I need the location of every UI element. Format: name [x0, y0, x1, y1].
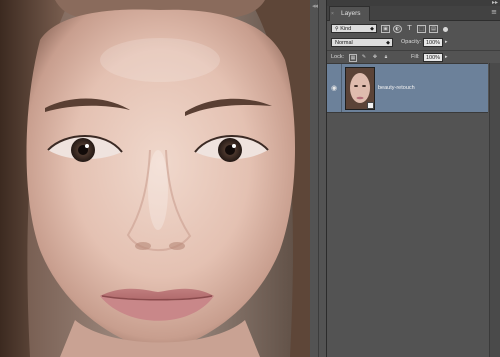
layer-thumbnail[interactable]	[345, 67, 375, 110]
collapse-arrows-icon[interactable]: ◂◂	[312, 2, 318, 10]
panel-menu-icon[interactable]: ≡	[491, 8, 497, 16]
canvas-panel-gutter	[310, 0, 324, 357]
lock-transparent-pixels-icon[interactable]: ▦	[349, 54, 357, 62]
visibility-divider	[341, 64, 342, 112]
layer-name[interactable]: beauty-retouch	[378, 85, 415, 91]
opacity-slider-arrow-icon[interactable]: ▸	[445, 38, 448, 47]
document-canvas[interactable]	[0, 0, 310, 357]
smart-object-badge-icon	[367, 102, 374, 109]
fill-slider-arrow-icon[interactable]: ▸	[445, 53, 448, 62]
lock-position-icon[interactable]: ✥	[371, 54, 379, 62]
tab-layers[interactable]: × Layers	[329, 6, 370, 21]
eye-icon[interactable]: ◉	[331, 84, 337, 92]
lock-image-pixels-icon[interactable]: ✎	[360, 54, 368, 62]
search-icon: ⚲	[335, 26, 339, 32]
filter-kind-value: Kind	[340, 26, 352, 32]
chevron-down-icon: ◆	[386, 40, 390, 46]
chevron-down-icon: ◆	[370, 26, 374, 32]
layers-scrollbar[interactable]	[489, 63, 500, 357]
fill-label: Fill:	[411, 54, 420, 60]
blend-mode-value: Normal	[335, 40, 353, 46]
scrollbar-thumb[interactable]	[492, 63, 498, 111]
filter-kind-dropdown[interactable]: ⚲ Kind ◆	[331, 24, 377, 33]
blend-row: Normal ◆ Opacity: 100% ▸	[327, 36, 500, 50]
smart-object-filter-icon[interactable]: ▤	[429, 25, 438, 33]
image-filter-icon[interactable]: ▣	[381, 25, 390, 33]
filter-toggle-icon[interactable]	[443, 27, 448, 32]
type-filter-icon[interactable]: T	[405, 25, 414, 33]
panel-tab-row: × Layers ≡	[327, 6, 500, 21]
lock-label: Lock:	[331, 54, 345, 60]
filter-row: ⚲ Kind ◆ ▣ ◐ T ⬚ ▤	[327, 22, 500, 36]
layer-row[interactable]: ◉ beauty-retouch	[327, 63, 488, 113]
tab-layers-label: Layers	[341, 10, 361, 17]
opacity-field[interactable]: 100%	[423, 38, 443, 47]
shape-filter-icon[interactable]: ⬚	[417, 25, 426, 33]
gutter-divider	[318, 0, 319, 357]
layers-panel: ▸ ▸ × Layers ≡ ⚲ Kind ◆ ▣ ◐ T ⬚ ▤ Normal …	[326, 0, 500, 357]
adjustment-filter-icon[interactable]: ◐	[393, 25, 402, 33]
close-icon[interactable]: ×	[331, 7, 334, 21]
opacity-label: Opacity:	[401, 39, 422, 45]
blend-mode-dropdown[interactable]: Normal ◆	[331, 38, 393, 47]
portrait-photo	[0, 0, 310, 357]
lock-all-icon[interactable]: 🔒︎	[382, 54, 390, 62]
fill-field[interactable]: 100%	[423, 53, 443, 62]
